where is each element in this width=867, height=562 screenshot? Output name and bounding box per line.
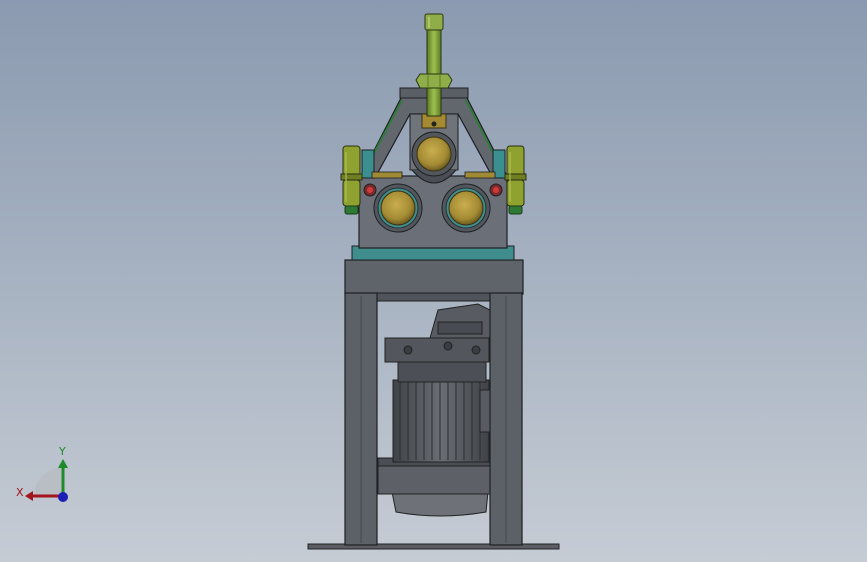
coordinate-triad: Y X bbox=[16, 445, 68, 502]
cad-viewport[interactable]: Y X bbox=[0, 0, 867, 562]
z-axis-dot bbox=[58, 492, 68, 502]
red-bolt-left bbox=[363, 183, 377, 197]
bottom-right-roller[interactable] bbox=[441, 183, 491, 233]
x-axis-arrow-head bbox=[25, 491, 33, 501]
left-side-cylinder[interactable] bbox=[340, 145, 363, 215]
red-bolt-right bbox=[489, 183, 503, 197]
bottom-left-roller[interactable] bbox=[373, 183, 423, 233]
y-axis-label: Y bbox=[58, 445, 66, 458]
machine-model[interactable]: Y X bbox=[0, 0, 867, 562]
motor[interactable] bbox=[377, 303, 501, 517]
x-axis-label: X bbox=[16, 486, 24, 499]
right-side-cylinder[interactable] bbox=[504, 145, 527, 215]
y-axis-arrow-head bbox=[58, 459, 68, 468]
